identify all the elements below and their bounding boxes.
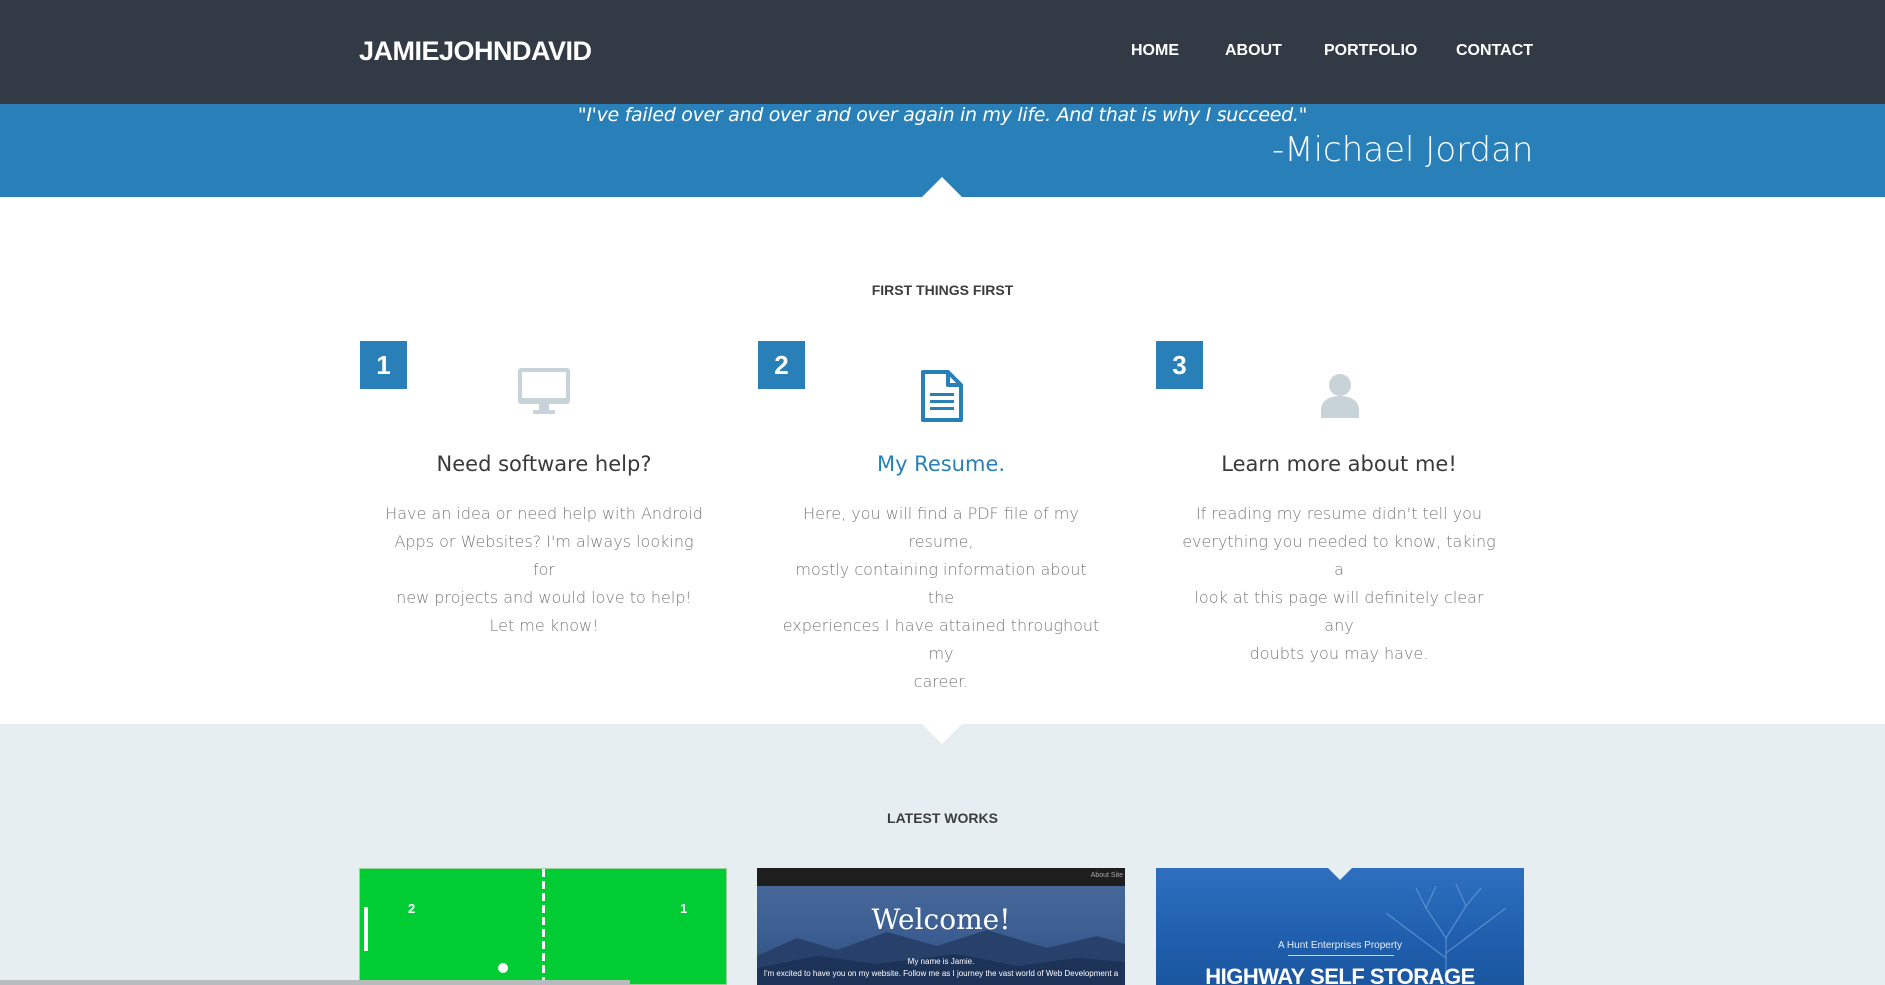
score-left: 2 (408, 901, 416, 916)
score-right: 1 (680, 901, 688, 916)
portfolio-thumbnail-website[interactable]: About Site Welcome! My name is Jamie. I'… (757, 868, 1125, 985)
nav-home-link[interactable]: HOME (1131, 42, 1179, 60)
nav-contact-link[interactable]: CONTACT (1456, 42, 1533, 60)
step-number-badge: 3 (1156, 341, 1203, 389)
storage-name: HIGHWAY SELF STORAGE (1205, 964, 1475, 985)
card-description-line: look at this page will definitely clear … (1194, 588, 1484, 635)
game-paddle (364, 907, 368, 951)
card-description-line: Let me know! (489, 616, 599, 635)
latest-works-heading: LATEST WORKS (887, 810, 998, 826)
site-welcome-heading: Welcome! (871, 903, 1011, 936)
horizontal-scrollbar[interactable] (0, 980, 630, 985)
nav-portfolio-link[interactable]: PORTFOLIO (1324, 42, 1417, 60)
card-description-line: mostly containing information about the (795, 560, 1087, 607)
site-topbar-text: About Site (1090, 872, 1123, 879)
card-description-line: If reading my resume didn't tell you (1195, 504, 1483, 523)
top-navbar: JAMIEJOHNDAVID HOME ABOUT PORTFOLIO CONT… (0, 0, 1885, 104)
card-description-line: everything you needed to know, taking a (1182, 532, 1496, 579)
card-description-line: career. (913, 672, 969, 691)
portfolio-thumbnail-pong[interactable]: 2 1 (359, 868, 727, 985)
card-description-line: Apps or Websites? I'm always looking for (394, 532, 694, 579)
monitor-icon (518, 366, 570, 423)
site-intro-line: My name is Jamie. (907, 957, 975, 966)
card-description-line: experiences I have attained throughout m… (782, 616, 1100, 663)
card-description: Here, you will find a PDF file of my res… (781, 500, 1101, 696)
quote-text: "I've failed over and over and over agai… (577, 104, 1308, 126)
section-divider-arrow (922, 724, 962, 744)
card-description: If reading my resume didn't tell you eve… (1179, 500, 1499, 668)
card-description-line: Have an idea or need help with Android (385, 504, 703, 523)
card-description-line: Here, you will find a PDF file of my res… (803, 504, 1079, 551)
resume-link[interactable]: My Resume. (781, 452, 1101, 476)
card-description: Have an idea or need help with Android A… (384, 500, 704, 640)
document-icon (920, 370, 964, 427)
section-divider-arrow (922, 177, 962, 197)
step-number-badge: 1 (360, 341, 407, 389)
thumbnail-notch (1328, 868, 1352, 880)
storage-tagline: A Hunt Enterprises Property (1278, 940, 1402, 951)
game-ball (498, 963, 508, 973)
step-number-badge: 2 (758, 341, 805, 389)
court-center-line (542, 869, 545, 984)
site-intro-line: I'm excited to have you on my website. F… (763, 969, 1119, 978)
card-title: Need software help? (436, 452, 652, 476)
nav-about-link[interactable]: ABOUT (1225, 42, 1282, 60)
card-description-line: new projects and would love to help! (396, 588, 692, 607)
portfolio-thumbnail-storage[interactable]: A Hunt Enterprises Property HIGHWAY SELF… (1156, 868, 1524, 985)
tagline-underline (1288, 955, 1394, 956)
card-description-line: doubts you may have. (1249, 644, 1429, 663)
site-topbar: About Site (757, 868, 1125, 886)
user-icon (1320, 372, 1360, 423)
quote-author: -Michael Jordan (1272, 130, 1534, 170)
first-things-heading: FIRST THINGS FIRST (871, 282, 1014, 298)
card-title: Learn more about me! (1221, 452, 1457, 476)
brand-logo[interactable]: JAMIEJOHNDAVID (359, 36, 592, 67)
